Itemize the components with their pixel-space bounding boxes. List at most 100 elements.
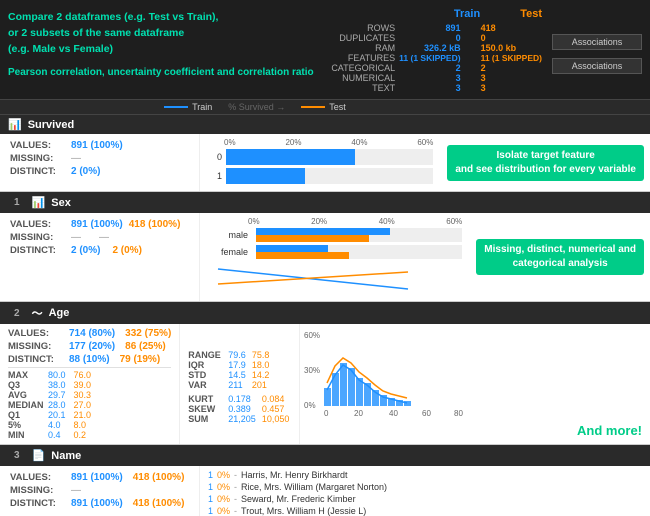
age-stat-q3: Q3 38.0 39.0	[8, 380, 91, 390]
age-missing-row: MISSING: 177 (20%) 86 (25%)	[8, 341, 171, 352]
train-ram: 326.2 kB	[399, 43, 480, 53]
features-label: FEATURES	[331, 53, 399, 63]
legend-test: Test	[301, 102, 346, 112]
associations-btn-test[interactable]: Associations	[552, 58, 642, 74]
sex-bar-male: male	[208, 228, 462, 242]
main-container: Compare 2 dataframes (e.g. Test vs Train…	[0, 0, 650, 516]
svg-text:80: 80	[454, 409, 463, 418]
survived-bar-1: 1	[208, 168, 433, 184]
legend-train-line	[164, 106, 188, 108]
sections-container: 📊 Survived VALUES: 891 (100%) MISSING: —…	[0, 115, 650, 516]
name-num: 3	[8, 448, 26, 463]
name-values-row: VALUES: 891 (100%) 418 (100%)	[10, 472, 189, 483]
svg-text:0: 0	[324, 409, 329, 418]
age-chart: 60% 30% 0% 0 20 40 60 80	[300, 324, 569, 444]
svg-text:20: 20	[354, 409, 363, 418]
ram-label: RAM	[331, 43, 399, 53]
name-missing-row: MISSING: —	[10, 485, 189, 496]
sex-trend-lines	[208, 264, 462, 294]
survived-title: Survived	[28, 119, 74, 131]
age-title: Age	[49, 307, 70, 319]
age-num: 2	[8, 306, 26, 321]
test-rows: 418	[481, 23, 542, 33]
age-stat-avg: AVG 29.7 30.3	[8, 390, 91, 400]
numerical-label: NUMERICAL	[331, 73, 399, 83]
name-icon: 📄	[32, 449, 46, 462]
sex-header: 1 📊 Sex	[0, 192, 650, 213]
svg-text:60%: 60%	[304, 331, 320, 340]
name-body: VALUES: 891 (100%) 418 (100%) MISSING: —…	[0, 466, 650, 516]
survived-body: VALUES: 891 (100%) MISSING: — DISTINCT: …	[0, 134, 650, 191]
and-more-annotation: And more!	[577, 423, 642, 438]
sex-annotation-area: Missing, distinct, numerical and categor…	[470, 213, 650, 301]
age-stats-table: MAX 80.0 76.0 Q3 38.0 39.0 AVG 29.7	[8, 370, 91, 440]
sex-distinct-row: DISTINCT: 2 (0%) 2 (0%)	[10, 245, 189, 256]
train-header-label: Train	[454, 8, 480, 20]
age-stat-min: MIN 0.4 0.2	[8, 430, 91, 440]
categorical-label: CATEGORICAL	[331, 63, 399, 73]
age-stat-q1: Q1 20.1 21.0	[8, 410, 91, 420]
banner-description: Compare 2 dataframes (e.g. Test vs Train…	[8, 6, 321, 80]
svg-text:30%: 30%	[304, 366, 320, 375]
age-stat-max: MAX 80.0 76.0	[8, 370, 91, 380]
test-header-label: Test	[520, 8, 542, 20]
test-duplicates: 0	[481, 33, 542, 43]
survived-header: 📊 Survived	[0, 115, 650, 134]
survived-axis: 0% 20% 40% 60%	[224, 138, 433, 147]
age-icon: 〜	[32, 305, 43, 321]
legend-pct-label: % Survived →	[228, 102, 285, 112]
test-features: 11 (1 SKIPPED)	[481, 53, 542, 63]
name-values-list: 1 0% - Harris, Mr. Henry Birkhardt 1 0% …	[200, 466, 650, 516]
survived-distinct-row: DISTINCT: 2 (0%)	[10, 166, 189, 177]
legend-pct-survived: % Survived →	[228, 102, 285, 112]
sex-chart: 0% 20% 40% 60% male	[200, 213, 470, 301]
train-rows: 891	[399, 23, 480, 33]
name-item-3: 1 0% - Trout, Mrs. William H (Jessie L)	[208, 506, 642, 516]
name-distinct-row: DISTINCT: 891 (100%) 418 (100%)	[10, 498, 189, 509]
age-annotation-area: And more!	[569, 324, 650, 444]
desc-line2: or 2 subsets of the same dataframe	[8, 26, 321, 42]
legend-bar: Train % Survived → Test	[0, 100, 650, 115]
age-main-stats: VALUES: 714 (80%) 332 (75%) MISSING: 177…	[0, 324, 180, 444]
age-distinct-row: DISTINCT: 88 (10%) 79 (19%)	[8, 354, 171, 365]
train-text: 3	[399, 83, 480, 93]
train-categorical: 2	[399, 63, 480, 73]
svg-text:40: 40	[389, 409, 398, 418]
desc-line3: (e.g. Male vs Female)	[8, 42, 321, 58]
age-values-row: VALUES: 714 (80%) 332 (75%)	[8, 328, 171, 339]
age-stat-5pct: 5% 4.0 8.0	[8, 420, 91, 430]
test-ram: 150.0 kb	[481, 43, 542, 53]
top-banner: Compare 2 dataframes (e.g. Test vs Train…	[0, 0, 650, 100]
name-item-2: 1 0% - Seward, Mr. Frederic Kimber	[208, 494, 642, 504]
train-duplicates: 0	[399, 33, 480, 43]
sex-values-row: VALUES: 891 (100%) 418 (100%)	[10, 219, 189, 230]
pearson-text: Pearson correlation, uncertainty coeffic…	[8, 65, 321, 80]
age-body: VALUES: 714 (80%) 332 (75%) MISSING: 177…	[0, 324, 650, 444]
survived-section: 📊 Survived VALUES: 891 (100%) MISSING: —…	[0, 115, 650, 192]
name-title: Name	[51, 450, 81, 462]
age-secondary-stats: RANGE 79.6 75.8 IQR 17.9 18.0 STD 14.5	[180, 324, 300, 444]
duplicates-label: DUPLICATES	[331, 33, 399, 43]
age-chart-svg: 60% 30% 0% 0 20 40 60 80	[304, 328, 565, 418]
train-features: 11 (1 SKIPPED)	[399, 53, 480, 63]
text-label: TEXT	[331, 83, 399, 93]
survived-missing-row: MISSING: —	[10, 153, 189, 164]
legend-test-label: Test	[329, 102, 346, 112]
rows-label: ROWS	[331, 23, 399, 33]
name-header: 3 📄 Name	[0, 445, 650, 466]
sex-num: 1	[8, 195, 26, 210]
legend-train-label: Train	[192, 102, 212, 112]
survived-bar-0: 0	[208, 149, 433, 165]
associations-btn-train[interactable]: Associations	[552, 34, 642, 50]
sex-stats: VALUES: 891 (100%) 418 (100%) MISSING: —…	[0, 213, 200, 301]
sex-missing-row: MISSING: — —	[10, 232, 189, 243]
name-section: 3 📄 Name VALUES: 891 (100%) 418 (100%) M…	[0, 445, 650, 516]
test-numerical: 3	[481, 73, 542, 83]
name-item-0: 1 0% - Harris, Mr. Henry Birkhardt	[208, 470, 642, 480]
survived-stats: VALUES: 891 (100%) MISSING: — DISTINCT: …	[0, 134, 200, 191]
survived-chart: 0% 20% 40% 60% 0 1	[200, 134, 441, 191]
age-section: 2 〜 Age VALUES: 714 (80%) 332 (75%) MISS…	[0, 302, 650, 445]
svg-text:60: 60	[422, 409, 431, 418]
svg-text:0%: 0%	[304, 401, 316, 410]
name-stats: VALUES: 891 (100%) 418 (100%) MISSING: —…	[0, 466, 200, 516]
